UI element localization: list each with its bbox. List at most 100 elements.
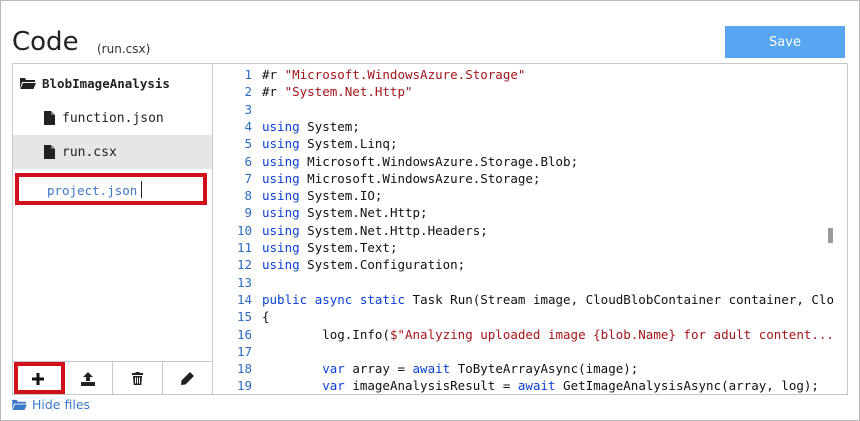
code-token: System.IO; [299, 188, 383, 204]
new-file-highlight [15, 173, 207, 205]
code-line: 13 [213, 274, 847, 291]
code-token: ToByteArrayAsync(image); [450, 361, 639, 377]
line-number: 17 [236, 343, 252, 359]
code-keyword: await [412, 361, 451, 377]
trash-icon [132, 372, 143, 385]
upload-icon [80, 371, 95, 386]
code-text: #r "System.Net.Http" [262, 83, 413, 100]
code-token: Task Run(Stream image, CloudBlobContaine… [405, 291, 834, 307]
new-file-name-input[interactable] [47, 182, 197, 198]
file-name: run.csx [62, 144, 117, 160]
code-line: 8 using System.IO; [213, 187, 847, 204]
code-window: Code (run.csx) Save BlobImageAnalysis fu… [0, 0, 860, 421]
code-text: using Microsoft.WindowsAzure.Storage; [262, 170, 540, 187]
code-text: var array = await ToByteArrayAsync(image… [262, 360, 638, 377]
file-icon [44, 145, 55, 159]
line-number: 18 [236, 361, 252, 377]
code-keyword: using [262, 205, 300, 221]
page-title: Code [12, 27, 79, 57]
code-text: using System.Text; [262, 239, 397, 256]
line-number: 1 [244, 67, 252, 82]
code-text: using System.Configuration; [262, 256, 465, 273]
code-token: System.Linq; [299, 136, 398, 152]
current-file-subtitle: (run.csx) [97, 42, 151, 56]
code-line: 6 using Microsoft.WindowsAzure.Storage.Bl… [213, 153, 847, 170]
code-keyword: using [262, 188, 300, 204]
code-string: "System.Net.Http" [284, 84, 413, 100]
code-text: #r "Microsoft.WindowsAzure.Storage" [262, 66, 525, 83]
code-line: 2 #r "System.Net.Http" [213, 83, 847, 100]
line-number: 7 [244, 170, 252, 186]
code-token: imageAnalysisResult = [344, 378, 518, 394]
code-keyword: var [322, 378, 345, 394]
code-token: GetImageAnalysisAsync(array, log); [555, 378, 819, 394]
code-token: System.Text; [299, 240, 398, 255]
file-icon [44, 111, 55, 125]
line-number: 9 [244, 205, 252, 221]
code-line: 18 var array = await ToByteArrayAsync(im… [213, 360, 847, 377]
hide-files-link[interactable]: Hide files [12, 396, 90, 412]
add-button-highlight [14, 362, 65, 394]
code-text: log.Info($"Analyzing uploaded image {blo… [262, 326, 834, 343]
code-line: 1 #r "Microsoft.WindowsAzure.Storage" [213, 66, 847, 83]
save-button[interactable]: Save [725, 26, 845, 58]
code-token: { [262, 309, 270, 325]
code-string: "Microsoft.WindowsAzure.Storage" [284, 67, 526, 82]
file-item-run-csx[interactable]: run.csx [13, 135, 212, 169]
code-token: System.Configuration; [299, 257, 466, 273]
code-keyword: using [262, 222, 300, 238]
code-line: 7 using Microsoft.WindowsAzure.Storage; [213, 170, 847, 187]
code-text: using System.IO; [262, 187, 382, 204]
code-line: 14 public async static Task Run(Stream im… [213, 291, 847, 308]
code-line: 4 using System; [213, 118, 847, 135]
code-keyword: using [262, 118, 300, 134]
folder-open-icon [20, 78, 36, 89]
code-text: using System; [262, 118, 360, 135]
rename-button[interactable] [163, 362, 212, 395]
pencil-icon [181, 372, 194, 385]
file-name: function.json [62, 110, 164, 126]
code-text: using System.Net.Http.Headers; [262, 222, 488, 239]
code-line: 17 [213, 343, 847, 360]
code-line: 12 using System.Configuration; [213, 256, 847, 273]
code-keyword: using [262, 257, 300, 273]
code-keyword: static [359, 291, 406, 307]
code-token: System; [299, 118, 360, 134]
code-line: 16 log.Info($"Analyzing uploaded image {… [213, 326, 847, 343]
code-text: using Microsoft.WindowsAzure.Storage.Blo… [262, 153, 578, 170]
line-number: 15 [236, 309, 252, 325]
code-token: Microsoft.WindowsAzure.Storage.Blob; [299, 153, 579, 169]
code-line: 5 using System.Linq; [213, 135, 847, 152]
line-number: 14 [236, 291, 252, 307]
line-number: 3 [244, 101, 252, 117]
upload-button[interactable] [63, 362, 113, 395]
code-keyword: using [262, 170, 300, 186]
code-line: 11 using System.Text; [213, 239, 847, 256]
code-token: array = [344, 361, 413, 377]
file-item-function-json[interactable]: function.json [13, 101, 212, 135]
code-line: 15 { [213, 308, 847, 325]
code-keyword: var [322, 361, 345, 377]
line-number: 11 [236, 240, 252, 255]
line-number: 2 [244, 84, 252, 100]
line-number: 8 [244, 188, 252, 204]
code-keyword: using [262, 240, 300, 255]
code-text: public async static Task Run(Stream imag… [262, 291, 834, 308]
code-token: #r [262, 67, 285, 82]
delete-button[interactable] [113, 362, 163, 395]
editor-scrollbar[interactable] [828, 228, 833, 243]
folder-item[interactable]: BlobImageAnalysis [20, 74, 170, 92]
code-token: #r [262, 84, 285, 100]
line-number: 12 [236, 257, 252, 273]
code-token: log.Info( [262, 326, 390, 342]
code-line: 19 var imageAnalysisResult = await GetIm… [213, 377, 847, 394]
code-editor[interactable]: 1 #r "Microsoft.WindowsAzure.Storage" 2 #r … [213, 64, 847, 394]
line-number: 19 [236, 378, 252, 394]
text-caret [141, 181, 142, 198]
hide-files-label: Hide files [32, 396, 91, 412]
file-explorer: BlobImageAnalysis function.json run.csx [13, 64, 213, 395]
code-keyword: using [262, 153, 300, 169]
